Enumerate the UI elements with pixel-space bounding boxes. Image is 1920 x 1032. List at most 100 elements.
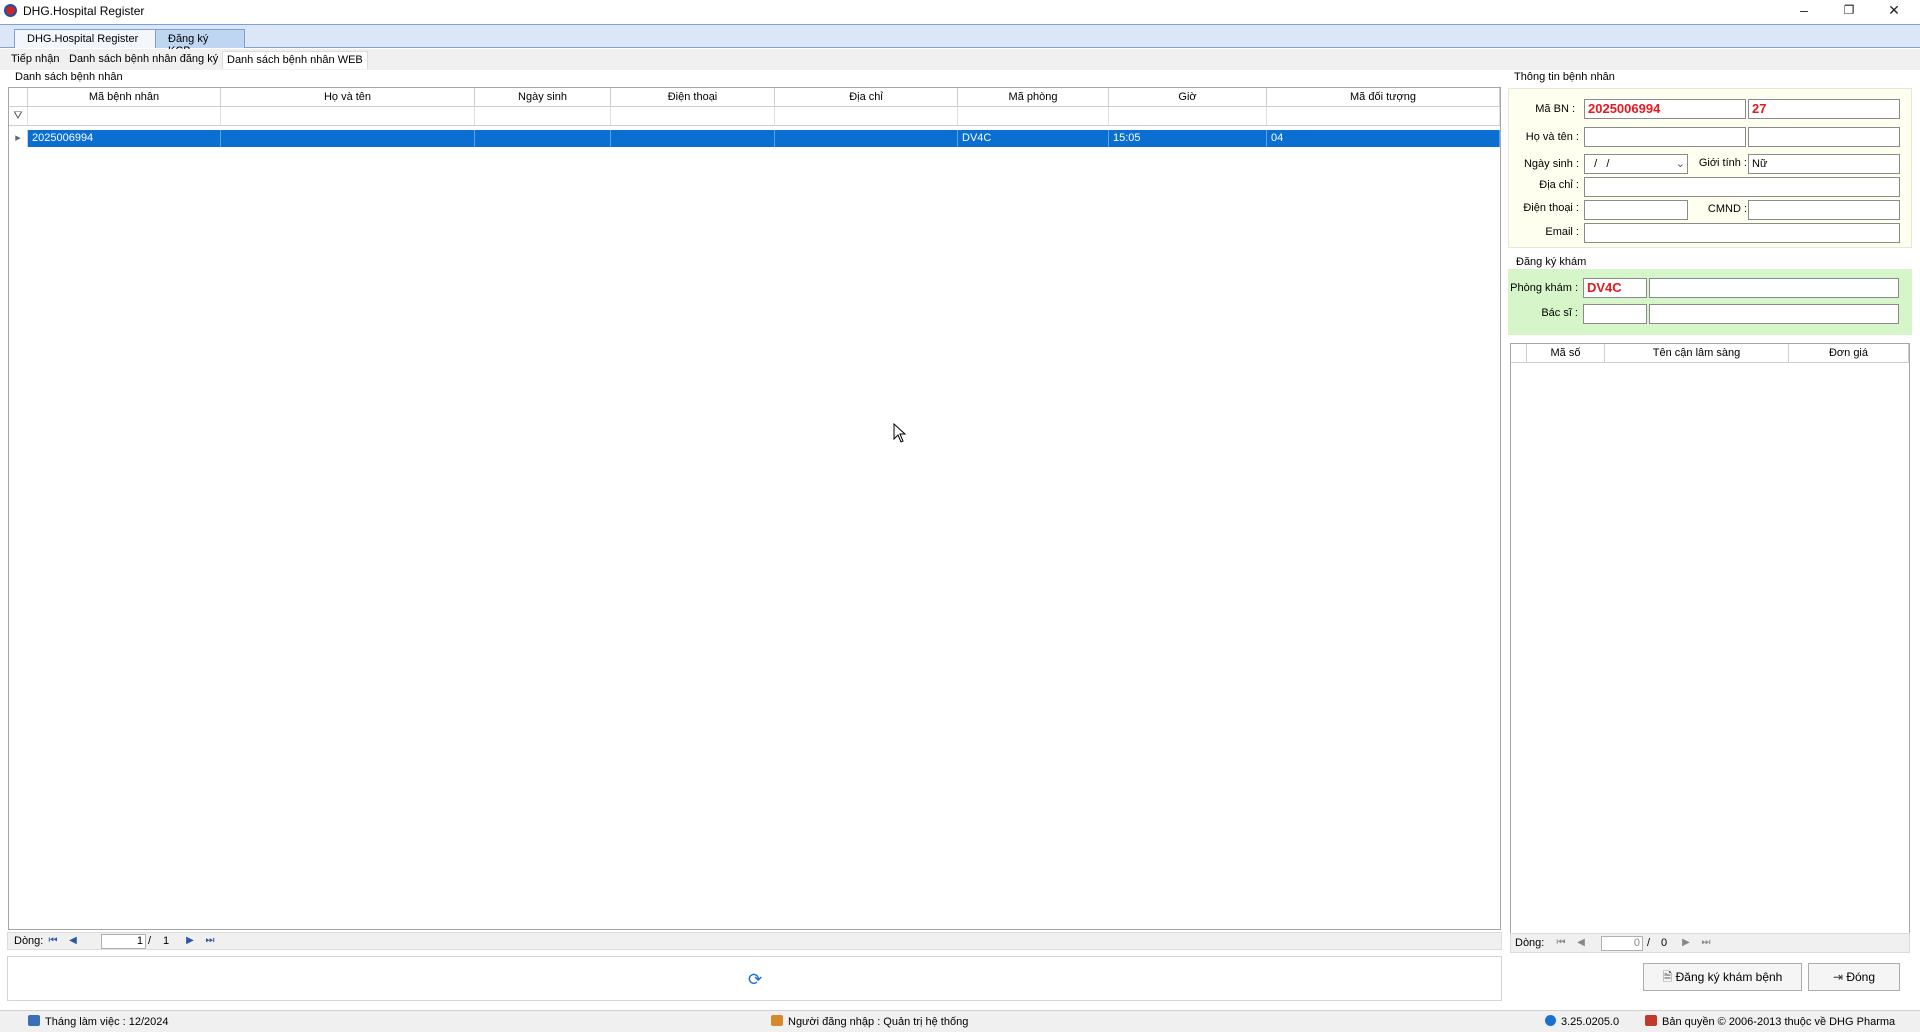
register-exam-button[interactable]: 🗎 Đăng ký khám bệnh [1643,963,1802,991]
col-dia-chi[interactable]: Địa chỉ [775,88,958,107]
window-title: DHG.Hospital Register [23,4,145,18]
col-ma-so[interactable]: Mã số [1527,344,1605,363]
gioi-tinh-field[interactable]: Nữ [1748,154,1900,174]
ho-ten-field[interactable] [1584,127,1746,147]
cmnd-label: CMND : [1707,203,1747,215]
age-field[interactable]: 27 [1748,99,1900,119]
book-icon [1645,1015,1657,1026]
chevron-down-icon[interactable]: ⌄ [1676,155,1685,173]
version-text: 3.25.0205.0 [1561,1016,1620,1028]
filter-cell[interactable] [28,107,221,126]
dien-thoai-field[interactable] [1584,200,1688,220]
dia-chi-field[interactable] [1584,177,1900,197]
info-title: Thông tin bệnh nhân [1514,71,1615,83]
col-ten-can-lam-sang[interactable]: Tên cận lâm sàng [1605,344,1789,363]
copyright-text: Bản quyền © 2006-2013 thuộc về DHG Pharm… [1662,1016,1896,1028]
col-gio[interactable]: Giờ [1109,88,1267,107]
tab-danh-sach-dang-ky[interactable]: Danh sách bệnh nhân đăng ký [69,53,218,65]
first-page-icon[interactable]: ⏮ [1554,936,1568,950]
copyright: Bản quyền © 2006-2013 thuộc về DHG Pharm… [1645,1015,1895,1028]
patient-grid[interactable]: Mã bệnh nhân Họ và tên Ngày sinh Điện th… [8,87,1501,930]
cell-ma-benh-nhan[interactable]: 2025006994 [28,130,221,147]
col-ma-benh-nhan[interactable]: Mã bệnh nhân [28,88,221,107]
maximize-button[interactable]: ❐ [1826,0,1872,22]
cell-ngay-sinh[interactable] [475,130,611,147]
working-month: Tháng làm việc : 12/2024 [28,1015,169,1028]
panel-title: Danh sách bệnh nhân [15,71,123,83]
version: 3.25.0205.0 [1545,1015,1619,1028]
phong-kham-label: Phòng khám : [1510,282,1578,294]
col-don-gia[interactable]: Đơn giá [1789,344,1909,363]
table-row[interactable]: ▸ 2025006994 DV4C 15:05 04 [9,130,1500,147]
prev-page-icon[interactable]: ◀ [66,934,80,948]
bac-si-code-field[interactable] [1583,304,1647,324]
mouse-cursor-icon [893,423,907,443]
cell-ma-phong[interactable]: DV4C [958,130,1109,147]
cell-ho-va-ten[interactable] [221,130,475,147]
lab-services-grid[interactable]: Mã số Tên cận lâm sàng Đơn giá [1510,343,1910,953]
col-ho-va-ten[interactable]: Họ và tên [221,88,475,107]
working-month-text: Tháng làm việc : 12/2024 [45,1016,169,1028]
minimize-button[interactable]: – [1781,0,1827,22]
filter-cell[interactable] [958,107,1109,126]
cell-dien-thoai[interactable] [611,130,775,147]
phong-kham-name-field[interactable] [1649,278,1899,298]
next-page-icon[interactable]: ▶ [1679,936,1693,950]
status-bar: Tháng làm việc : 12/2024 Người đăng nhập… [0,1010,1920,1032]
tab-tiep-nhan[interactable]: Tiếp nhận [11,53,60,65]
ma-bn-label: Mã BN : [1535,103,1575,115]
email-field[interactable] [1584,223,1900,243]
logged-in-user-text: Người đăng nhập : Quản trị hệ thống [788,1016,969,1028]
grid-navigator: Dòng: ⏮ ◀ 1 / 1 ▶ ⏭ [7,932,1502,950]
registration-box: Phòng khám : DV4C Bác sĩ : [1508,269,1912,335]
col-ma-phong[interactable]: Mã phòng [958,88,1109,107]
page-input[interactable]: 0 [1601,936,1643,951]
close-button[interactable]: ✕ [1871,0,1917,22]
row-pointer-icon: ▸ [9,130,28,147]
patient-list-panel: Danh sách bệnh nhân Mã bệnh nhân Họ và t… [7,70,1502,950]
ma-bn-field[interactable]: 2025006994 [1584,99,1746,119]
bac-si-name-field[interactable] [1649,304,1899,324]
cell-ma-doi-tuong[interactable]: 04 [1267,130,1500,147]
lab-grid-navigator: Dòng: ⏮ ◀ 0 / 0 ▶ ⏭ [1510,933,1910,953]
filter-cell[interactable] [475,107,611,126]
col-dien-thoai[interactable]: Điện thoại [611,88,775,107]
last-page-icon[interactable]: ⏭ [203,934,217,948]
row-indicator-header [1511,344,1527,363]
cmnd-field[interactable] [1748,200,1900,220]
calendar-icon [28,1015,40,1026]
refresh-icon[interactable]: ⟳ [748,970,762,990]
page-input[interactable]: 1 [101,934,146,949]
filter-icon[interactable]: ⛛ [9,107,28,126]
gioi-tinh-label: Giới tính : [1698,157,1747,169]
sub-tabs: Tiếp nhận Danh sách bệnh nhân đăng ký Da… [0,49,1920,70]
info-icon [1545,1015,1556,1026]
filter-cell[interactable] [221,107,475,126]
col-ngay-sinh[interactable]: Ngày sinh [475,88,611,107]
tab-danh-sach-web[interactable]: Danh sách bệnh nhân WEB [222,51,368,69]
filter-cell[interactable] [775,107,958,126]
next-page-icon[interactable]: ▶ [183,934,197,948]
cell-gio[interactable]: 15:05 [1109,130,1267,147]
tab-hospital-register[interactable]: DHG.Hospital Register [14,29,156,48]
filter-cell[interactable] [611,107,775,126]
cell-dia-chi[interactable] [775,130,958,147]
ho-ten-field-2[interactable] [1748,127,1900,147]
patient-info-box: Mã BN : 2025006994 27 Họ và tên : Ngày s… [1508,88,1912,248]
phong-kham-code-field[interactable]: DV4C [1583,278,1647,298]
prev-page-icon[interactable]: ◀ [1574,936,1588,950]
page-total: 1 [163,935,170,947]
dia-chi-label: Địa chỉ : [1539,179,1579,191]
ngay-sinh-picker[interactable]: / / ⌄ [1584,154,1688,174]
filter-cell[interactable] [1267,107,1500,126]
tab-dang-ky-kcb[interactable]: Đăng ký KCB [155,29,245,57]
document-icon: 🗎 [1662,970,1676,984]
col-ma-doi-tuong[interactable]: Mã đối tượng [1267,88,1500,107]
close-form-button[interactable]: ⇥ Đóng [1808,963,1900,991]
last-page-icon[interactable]: ⏭ [1699,936,1713,950]
exit-icon: ⇥ [1832,970,1847,984]
page-total: 0 [1661,937,1668,949]
first-page-icon[interactable]: ⏮ [46,934,60,948]
filter-cell[interactable] [1109,107,1267,126]
patient-info-panel: Thông tin bệnh nhân Mã BN : 2025006994 2… [1506,70,1916,1005]
